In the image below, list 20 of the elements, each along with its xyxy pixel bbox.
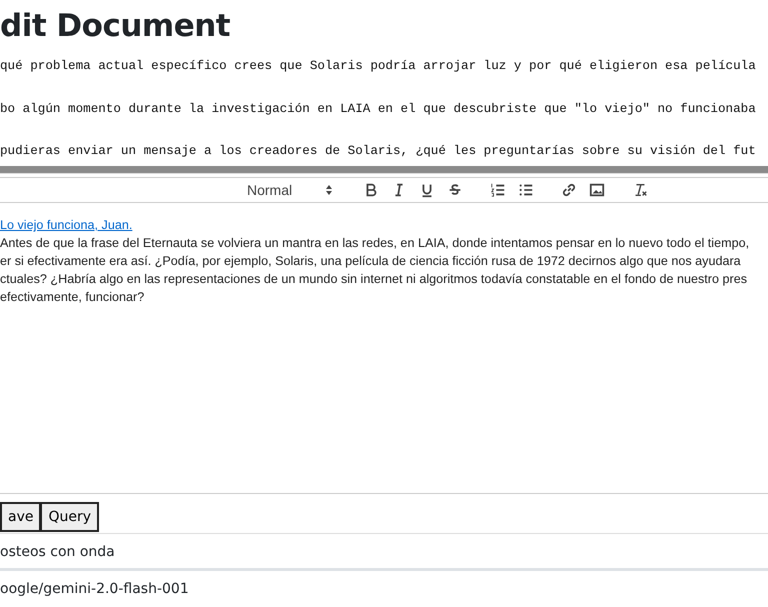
question-text: pudieras enviar un mensaje a los creadores de Solaris, ¿qué les preguntarías sobre su visión del fut <box>0 143 756 159</box>
editor-text-line: efectivamente, funcionar? <box>0 289 146 306</box>
image-icon <box>589 182 605 198</box>
link[interactable]: Lo viejo funciona, Juan. <box>0 216 132 234</box>
updown-arrows-icon <box>325 184 333 196</box>
page-title: dit Document <box>0 7 232 46</box>
editor-text-line: Antes de que la frase del Eternauta se volviera un mantra en las redes, en LAIA, donde intentamos pensar en lo nuevo todo el tiempo, <box>0 235 750 252</box>
format-dropdown[interactable]: Normal <box>247 178 333 202</box>
list-item: osteos con onda <box>0 543 116 562</box>
question-text: qué problema actual específico crees que Solaris podría arrojar luz y por qué eligieron esa película <box>0 58 756 74</box>
editor-text-line: er si efectivamente era así. ¿Podía, por ejemplo, Solaris, una película de ciencia ficción rusa de 1972 decirnos algo que nos ayudara <box>0 253 742 270</box>
strike-icon <box>447 182 463 198</box>
ordered-list-icon <box>490 182 506 198</box>
link-icon <box>561 182 577 198</box>
question-text: bo algún momento durante la investigación en LAIA en el que descubriste que "lo viejo" no funcionaba <box>0 100 756 116</box>
bullet-list-icon <box>518 182 534 198</box>
action-button[interactable]: ave <box>0 502 42 532</box>
editor-text-line: ctuales? ¿Habría algo en las representaciones de un mundo sin internet ni algoritmos todavía constatable en el fondo de nuestro pres <box>0 271 748 288</box>
list-item: oogle/gemini-2.0-flash-001 <box>0 568 768 605</box>
action-button[interactable]: Query <box>40 502 100 532</box>
